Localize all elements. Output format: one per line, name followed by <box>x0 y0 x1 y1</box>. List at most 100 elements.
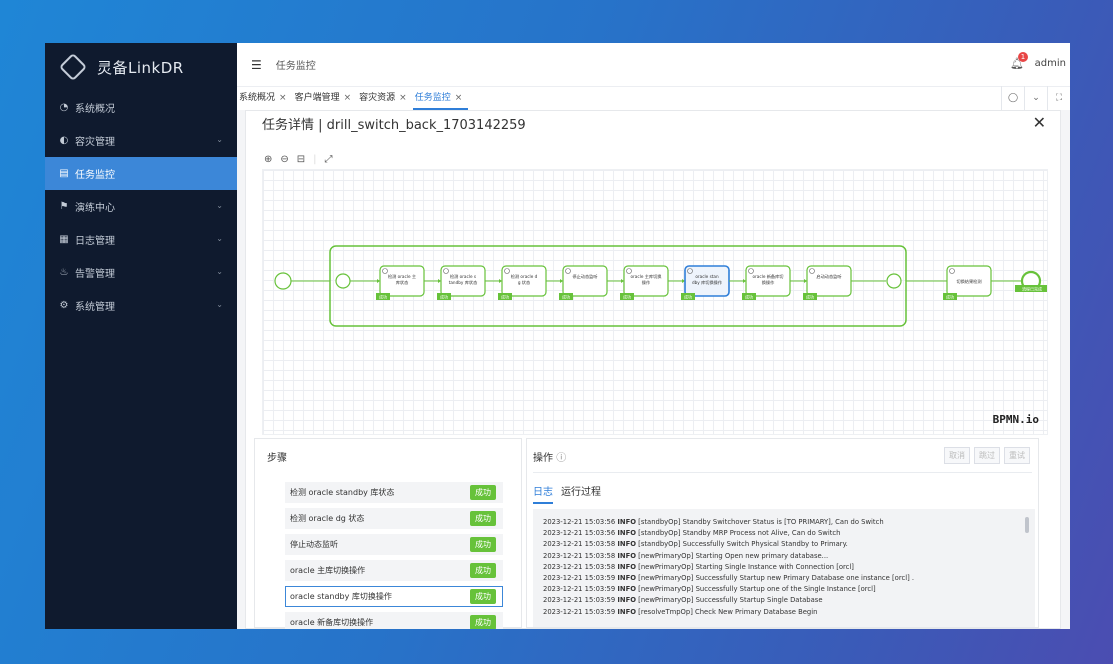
divider <box>533 472 1032 473</box>
expand-icon[interactable]: ⤢ <box>325 154 333 165</box>
tab-label: 客户端管理 <box>294 93 340 103</box>
status-badge: 成功 <box>470 589 496 604</box>
chevron-down-icon: ⌄ <box>216 267 223 276</box>
sub-end-event-icon <box>886 273 902 289</box>
log-text: [newPrimaryOp] Starting Single Instance … <box>638 562 854 571</box>
log-line: 2023-12-21 15:03:58 INFO [newPrimaryOp] … <box>533 551 1035 562</box>
monitor-icon: ▤ <box>59 168 69 179</box>
sidebar-menu: ◔ 系统概况 ◐ 容灾管理 ⌄ ▤ 任务监控 ⚑ 演练中心 ⌄ ▦ 日志管理 ⌄ ♨ 告警管理 ⌄ ⚙ 系统管理 ⌄ <box>45 91 237 322</box>
steps-title: 步骤 <box>267 453 287 464</box>
sidebar-item-label: 任务监控 <box>75 170 115 181</box>
ops-tab-0[interactable]: 日志 <box>533 483 553 504</box>
close-icon[interactable]: × <box>344 93 352 103</box>
operations-title: 操作 ⓘ <box>533 449 566 464</box>
sidebar-item-1[interactable]: ◐ 容灾管理 ⌄ <box>45 124 237 157</box>
step-label: oracle 新备库切换操作 <box>290 618 374 627</box>
tab-1[interactable]: 客户端管理 × <box>293 86 358 110</box>
zoom-toolbar: ⊕ ⊖ ⊟ | ⤢ <box>264 154 333 165</box>
tab-0[interactable]: 系统概况 × <box>237 86 293 110</box>
close-icon[interactable]: × <box>279 93 287 103</box>
page-title: 任务详情 | drill_switch_back_1703142259 <box>262 118 526 133</box>
brand: 灵备LinkDR <box>45 43 237 91</box>
op-button-0[interactable]: 取消 <box>944 447 970 464</box>
divider: | <box>313 154 317 165</box>
zoom-in-icon[interactable]: ⊕ <box>264 154 272 165</box>
step-item[interactable]: 停止动态监听 成功 <box>285 534 503 555</box>
log-line: 2023-12-21 15:03:59 INFO [newPrimaryOp] … <box>533 595 1035 606</box>
op-button-1[interactable]: 跳过 <box>974 447 1000 464</box>
scrollbar[interactable] <box>1025 517 1029 533</box>
fit-view-icon[interactable]: ⊟ <box>297 154 305 165</box>
dashboard-icon: ◔ <box>59 102 69 113</box>
info-icon[interactable]: ⓘ <box>556 453 566 464</box>
step-label: oracle 主库切换操作 <box>290 566 366 575</box>
step-label: 检测 oracle standby 库状态 <box>290 488 395 497</box>
close-icon[interactable]: ✕ <box>1033 113 1046 132</box>
sidebar-item-label: 容灾管理 <box>75 137 115 148</box>
log-text: [standbyOp] Successfully Switch Physical… <box>638 540 848 549</box>
tab-label: 系统概况 <box>239 93 276 103</box>
tab-row: 系统概况 × 客户端管理 × 容灾资源 × 任务监控 × <box>237 86 469 110</box>
menu-toggle-icon[interactable]: ☰ <box>251 58 262 72</box>
chevron-down-icon: ⌄ <box>216 300 223 309</box>
log-text: [newPrimaryOp] Successfully Startup one … <box>638 585 876 594</box>
log-line: 2023-12-21 15:03:59 INFO [newPrimaryOp] … <box>533 573 1035 584</box>
log-level: INFO <box>617 607 636 616</box>
log-text: [newPrimaryOp] Starting Open new primary… <box>638 551 829 560</box>
log-line: 2023-12-21 15:03:59 INFO [resolveTmpOp] … <box>533 607 1035 618</box>
status-text: 成功 <box>440 294 448 300</box>
tab-2[interactable]: 容灾资源 × <box>357 86 413 110</box>
refresh-icon[interactable]: ◯ <box>1001 86 1024 110</box>
status-badge: 成功 <box>470 537 496 552</box>
sidebar-item-5[interactable]: ♨ 告警管理 ⌄ <box>45 256 237 289</box>
op-button-2[interactable]: 重试 <box>1004 447 1030 464</box>
status-badge: 成功 <box>470 615 496 629</box>
log-box[interactable]: 2023-12-21 15:03:56 INFO [standbyOp] Sta… <box>533 509 1035 627</box>
tab-label: 任务监控 <box>414 93 451 103</box>
close-icon[interactable]: × <box>399 93 407 103</box>
sidebar-item-4[interactable]: ▦ 日志管理 ⌄ <box>45 223 237 256</box>
sub-start-event-icon <box>335 273 351 289</box>
step-label: 停止动态监听 <box>290 540 338 549</box>
sidebar-item-0[interactable]: ◔ 系统概况 <box>45 91 237 124</box>
step-item[interactable]: 检测 oracle dg 状态 成功 <box>285 508 503 529</box>
log-level: INFO <box>617 540 636 549</box>
flow-task-label: 检测 oracle s tandby 库状态 <box>449 273 478 286</box>
log-time: 2023-12-21 15:03:59 <box>543 607 616 616</box>
sidebar: 灵备LinkDR ◔ 系统概况 ◐ 容灾管理 ⌄ ▤ 任务监控 ⚑ 演练中心 ⌄ ▦ 日志管理 ⌄ ♨ 告警… <box>45 43 237 629</box>
step-item[interactable]: 检测 oracle standby 库状态 成功 <box>285 482 503 503</box>
ops-tab-1[interactable]: 运行过程 <box>561 483 601 504</box>
sidebar-item-2[interactable]: ▤ 任务监控 <box>45 157 237 190</box>
tab-3[interactable]: 任务监控 × <box>412 86 469 110</box>
log-text: [standbyOp] Standby Switchover Status is… <box>638 518 884 526</box>
zoom-out-icon[interactable]: ⊖ <box>280 154 288 165</box>
start-event-icon <box>274 272 292 290</box>
operations-panel: 操作 ⓘ 取消 跳过 重试 日志 运行过程 2023-12-21 15:03:56 I… <box>526 438 1039 628</box>
step-item[interactable]: oracle standby 库切换操作 成功 <box>285 586 503 607</box>
flow-diagram: 检测 oracle 主库状态成功检测 oracle s tandby 库状态成功检… <box>274 245 1049 327</box>
status-badge: 成功 <box>470 563 496 578</box>
log-line: 2023-12-21 15:03:56 INFO [standbyOp] Sta… <box>533 517 1035 528</box>
operation-tabs: 日志 运行过程 <box>533 483 601 504</box>
sidebar-item-3[interactable]: ⚑ 演练中心 ⌄ <box>45 190 237 223</box>
app-window: 灵备LinkDR ◔ 系统概况 ◐ 容灾管理 ⌄ ▤ 任务监控 ⚑ 演练中心 ⌄ ▦ 日志管理 ⌄ ♨ 告警… <box>45 43 1070 629</box>
log-line: 2023-12-21 15:03:59 INFO [newPrimaryOp] … <box>533 584 1035 595</box>
bpmn-watermark: BPMN.io <box>992 413 1039 426</box>
operations-label: 操作 <box>533 453 553 464</box>
log-time: 2023-12-21 15:03:56 <box>543 529 616 538</box>
disaster-icon: ◐ <box>59 135 69 146</box>
close-icon[interactable]: × <box>455 93 463 103</box>
bpmn-canvas[interactable]: 检测 oracle 主库状态 成功 检测 oracle s tandby 库状态 成功检… <box>262 169 1049 435</box>
log-time: 2023-12-21 15:03:58 <box>543 540 616 549</box>
step-item[interactable]: oracle 主库切换操作 成功 <box>285 560 503 581</box>
status-text: 成功 <box>501 294 509 300</box>
sidebar-item-6[interactable]: ⚙ 系统管理 ⌄ <box>45 289 237 322</box>
log-text: [newPrimaryOp] Successfully Startup new … <box>638 574 915 583</box>
step-item[interactable]: oracle 新备库切换操作 成功 <box>285 612 503 629</box>
log-line: 2023-12-21 15:03:58 INFO [newPrimaryOp] … <box>533 562 1035 573</box>
chevron-down-icon[interactable]: ⌄ <box>1024 86 1047 110</box>
step-label: 检测 oracle dg 状态 <box>290 514 365 523</box>
status-text: 成功 <box>379 294 387 300</box>
user-name[interactable]: admin <box>1035 58 1066 69</box>
fullscreen-icon[interactable]: ⛶ <box>1047 86 1070 110</box>
